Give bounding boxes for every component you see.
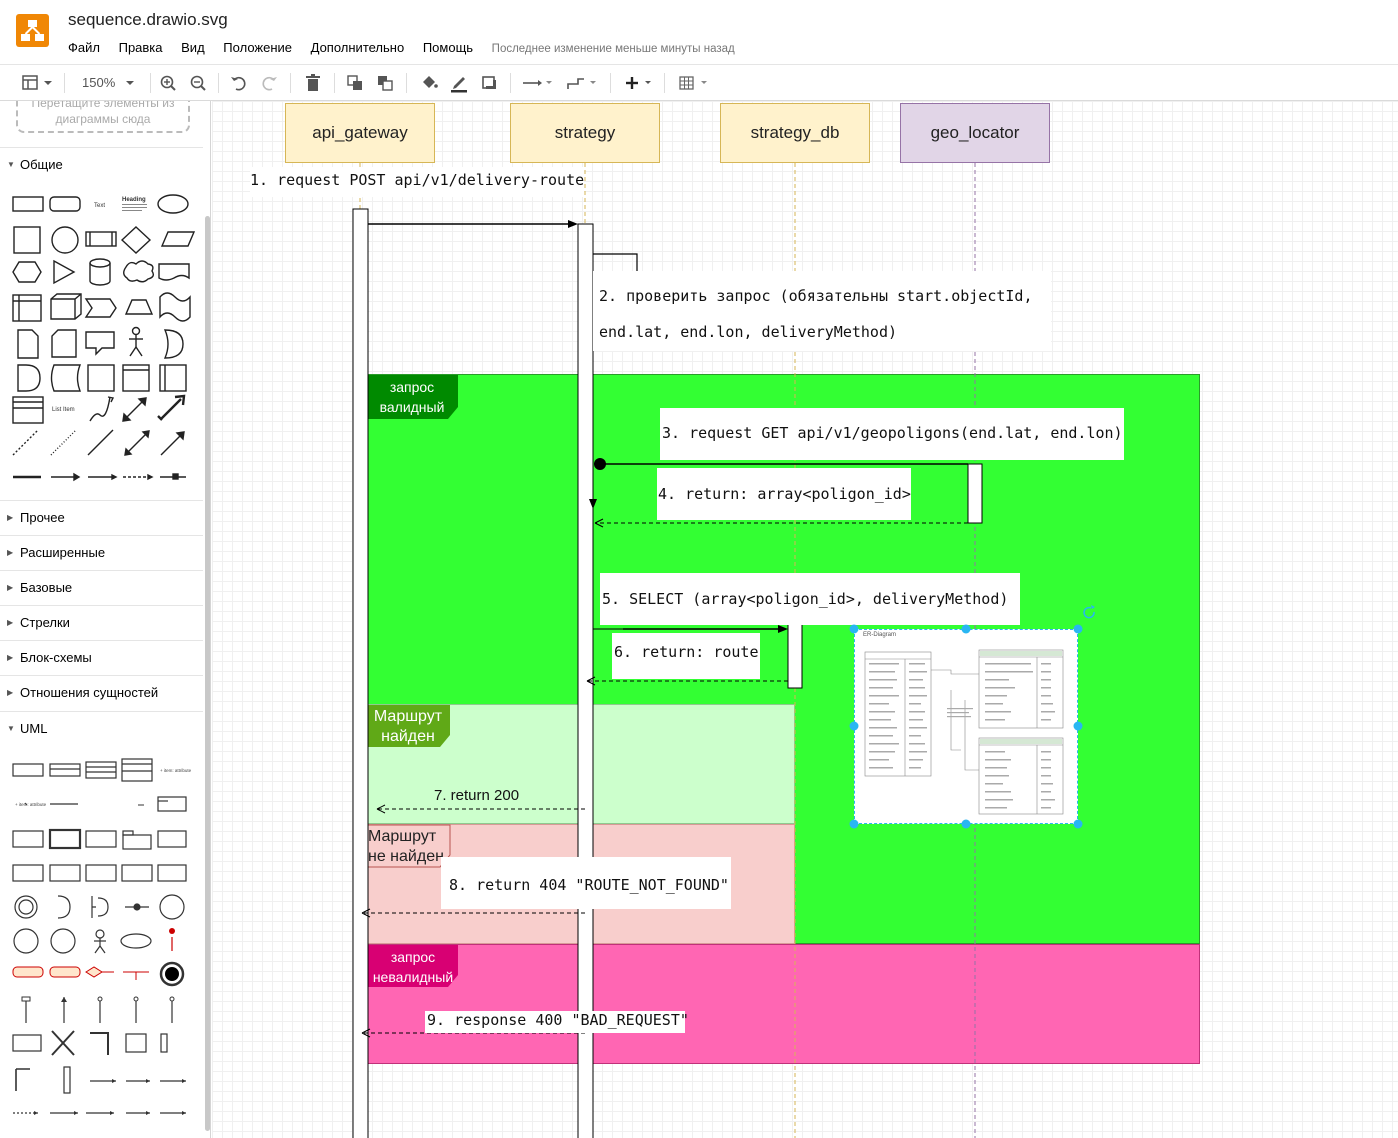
menubar: Файл Правка Вид Положение Дополнительно … — [68, 40, 735, 55]
arrow-right-icon — [523, 80, 552, 86]
to-back-button[interactable] — [374, 71, 396, 95]
triangle-right-icon: ▶ — [7, 618, 14, 627]
triangle-right-icon: ▶ — [7, 513, 14, 522]
panels-icon — [22, 75, 52, 90]
fill-color-button[interactable] — [418, 71, 440, 95]
to-back-icon — [378, 76, 393, 91]
section-uml-label: UML — [20, 721, 48, 736]
paint-bucket-icon — [423, 76, 438, 88]
triangle-right-icon: ▶ — [7, 653, 14, 662]
section-general[interactable]: ▼ Общие — [0, 147, 203, 181]
to-front-button[interactable] — [344, 71, 366, 95]
svg-text:List Item: List Item — [52, 407, 75, 413]
undo-icon — [231, 76, 246, 91]
triangle-right-icon: ▶ — [7, 688, 14, 697]
shadow-button[interactable] — [478, 71, 500, 95]
menu-file[interactable]: Файл — [68, 40, 100, 55]
menu-arrange[interactable]: Положение — [223, 40, 292, 55]
zoom-in-button[interactable] — [158, 71, 178, 95]
redo-icon — [262, 76, 277, 91]
triangle-down-icon: ▼ — [7, 160, 15, 169]
file-title[interactable]: sequence.drawio.svg — [68, 10, 228, 30]
menu-edit[interactable]: Правка — [119, 40, 163, 55]
sidebar-scrollbar[interactable] — [205, 216, 210, 1131]
zoom-in-icon — [160, 75, 176, 91]
pencil-icon — [451, 77, 467, 93]
section-general-label: Общие — [20, 157, 63, 172]
chevron-down-icon — [126, 81, 134, 85]
table-button[interactable] — [676, 71, 714, 95]
triangle-right-icon: ▶ — [7, 548, 14, 557]
section-flowchart[interactable]: ▶ Блок-схемы — [0, 640, 203, 674]
view-panels-button[interactable] — [18, 71, 56, 95]
waypoints-button[interactable] — [564, 71, 600, 95]
general-shapes-palette[interactable]: Text Heading List Item — [8, 185, 208, 495]
section-arrows-label: Стрелки — [20, 615, 70, 630]
rotate-handle-icon — [1083, 606, 1095, 619]
menu-help[interactable]: Помощь — [423, 40, 473, 55]
to-front-icon — [347, 75, 362, 90]
plus-icon — [626, 77, 651, 89]
triangle-right-icon: ▶ — [7, 583, 14, 592]
drawio-logo-icon — [21, 20, 44, 41]
insert-button[interactable] — [620, 71, 656, 95]
triangle-down-icon: ▼ — [7, 724, 15, 733]
connection-style-button[interactable] — [520, 71, 556, 95]
svg-text:Text: Text — [94, 203, 105, 209]
zoom-value: 150% — [82, 75, 116, 90]
svg-text:+ item: attribute: + item: attribute — [15, 802, 47, 807]
waypoint-icon — [567, 78, 596, 89]
delete-button[interactable] — [302, 71, 324, 95]
section-basic-label: Базовые — [20, 580, 73, 595]
section-misc-label: Прочее — [20, 510, 65, 525]
menu-extras[interactable]: Дополнительно — [311, 40, 405, 55]
toolbar: 150% — [0, 64, 1398, 101]
menu-view[interactable]: Вид — [181, 40, 205, 55]
section-arrows[interactable]: ▶ Стрелки — [0, 605, 203, 639]
shapes-sidebar: Перетащите элементы из диаграммы сюда ▼ О… — [0, 101, 211, 1138]
table-icon — [679, 76, 707, 90]
section-advanced-label: Расширенные — [20, 545, 106, 560]
diagram-canvas[interactable]: запрос валидный Маршрут найден Маршрут н… — [212, 101, 1398, 1138]
zoom-out-button[interactable] — [188, 71, 208, 95]
section-basic[interactable]: ▶ Базовые — [0, 570, 203, 604]
section-uml[interactable]: ▼ UML — [0, 711, 203, 745]
shadow-icon — [482, 76, 496, 89]
save-status[interactable]: Последнее изменение меньше минуты назад — [492, 43, 735, 55]
undo-button[interactable] — [228, 71, 250, 95]
svg-text:Heading: Heading — [122, 197, 146, 203]
section-misc[interactable]: ▶ Прочее — [0, 500, 203, 534]
drawio-logo[interactable] — [16, 14, 49, 47]
selection-handles[interactable] — [212, 101, 1398, 1138]
svg-text:+ item: attribute: + item: attribute — [160, 768, 192, 773]
scratchpad-dropzone[interactable]: Перетащите элементы из диаграммы сюда — [16, 101, 190, 133]
zoom-out-icon — [190, 75, 206, 91]
section-advanced[interactable]: ▶ Расширенные — [0, 535, 203, 569]
zoom-select[interactable]: 150% — [76, 71, 146, 95]
section-er[interactable]: ▶ Отношения сущностей — [0, 675, 203, 709]
line-color-button[interactable] — [448, 71, 470, 95]
uml-shapes-palette[interactable]: + item: attribute + item: attribute — [8, 751, 208, 1131]
redo-button[interactable] — [258, 71, 280, 95]
drawio-app: sequence.drawio.svg Файл Правка Вид Поло… — [0, 0, 1398, 1138]
header: sequence.drawio.svg Файл Правка Вид Поло… — [0, 0, 1398, 64]
trash-icon — [306, 74, 320, 91]
section-er-label: Отношения сущностей — [20, 685, 159, 700]
section-flowchart-label: Блок-схемы — [20, 650, 92, 665]
